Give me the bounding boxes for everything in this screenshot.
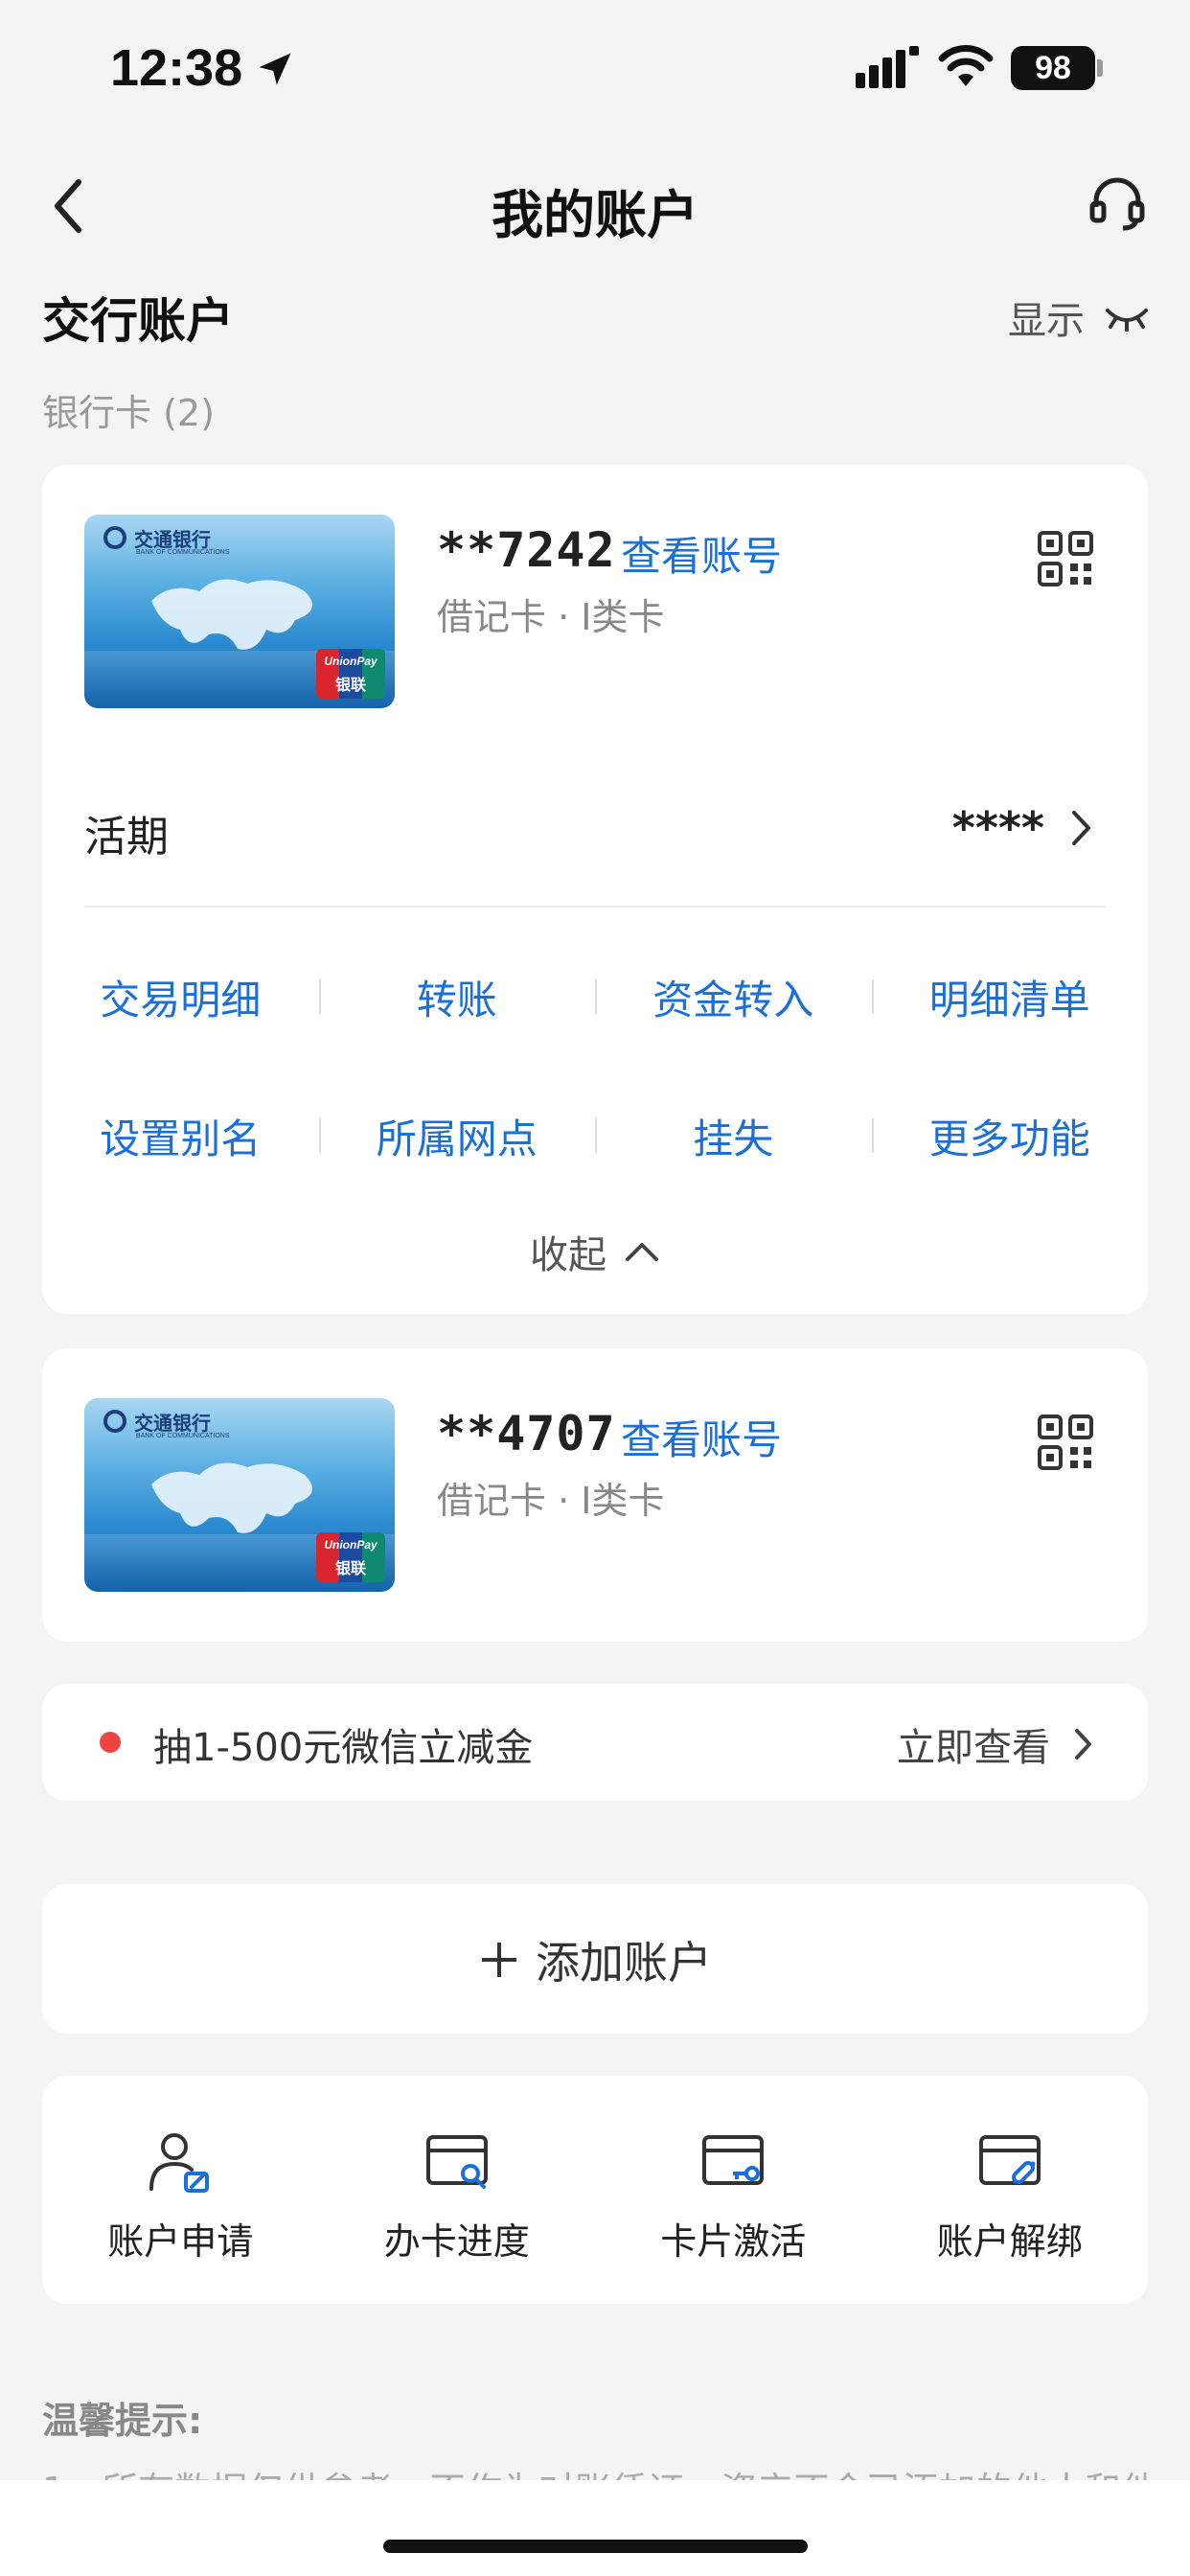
promo-text: 抽1-500元微信立减金 bbox=[153, 1726, 534, 1770]
collapse-button[interactable]: 收起 bbox=[42, 1224, 1148, 1279]
unionpay-logo: UnionPay 银联 bbox=[316, 1532, 385, 1582]
action-branch[interactable]: 所属网点 bbox=[318, 1107, 596, 1165]
show-balance-toggle[interactable]: 显示 bbox=[1008, 289, 1148, 345]
quick-action-account-apply[interactable]: 账户申请 bbox=[42, 2129, 319, 2265]
qr-code-icon[interactable] bbox=[1037, 1414, 1094, 1471]
action-transaction-details[interactable]: 交易明细 bbox=[42, 968, 319, 1026]
view-account-number-link[interactable]: 查看账号 bbox=[621, 1408, 782, 1466]
card-bank-en: BANK OF COMMUNICATIONS bbox=[136, 549, 230, 556]
promo-dot bbox=[100, 1732, 121, 1753]
location-arrow-icon bbox=[259, 53, 291, 85]
bank-card-image: 交通银行 BANK OF COMMUNICATIONS UnionPay 银联 bbox=[84, 515, 395, 708]
chevron-right-icon bbox=[1075, 1729, 1091, 1760]
unionpay-logo-cn: 银联 bbox=[334, 1559, 366, 1577]
user-edit-icon bbox=[149, 2133, 210, 2193]
quick-action-label: 卡片激活 bbox=[660, 2220, 807, 2263]
bank-card-count: 银行卡 (2) bbox=[42, 392, 215, 434]
battery-tip bbox=[1097, 59, 1103, 77]
tips-line-1: 1、所有数据仅供参考，不作为对账凭证。资产不含已添加的他人和他行账 bbox=[42, 2461, 1148, 2482]
battery-indicator: 98 bbox=[1011, 46, 1095, 90]
divider bbox=[84, 906, 1106, 908]
action-statement[interactable]: 明细清单 bbox=[871, 968, 1149, 1026]
unionpay-logo-text: UnionPay bbox=[324, 1538, 378, 1552]
status-bar: 12:38 98 bbox=[0, 0, 1190, 144]
quick-action-label: 账户解绑 bbox=[936, 2220, 1083, 2263]
quick-action-label: 账户申请 bbox=[107, 2220, 254, 2263]
unionpay-logo-text: UnionPay bbox=[324, 655, 378, 668]
action-set-alias[interactable]: 设置别名 bbox=[42, 1107, 319, 1165]
section-title: 交行账户 bbox=[42, 293, 234, 349]
add-account-button[interactable]: 添加账户 bbox=[42, 1928, 1148, 1991]
card-key-icon bbox=[702, 2135, 765, 2185]
view-account-number-link[interactable]: 查看账号 bbox=[621, 524, 782, 583]
quick-actions-panel: 账户申请 办卡进度 卡片激活 账户解绑 bbox=[42, 2076, 1148, 2304]
show-label: 显示 bbox=[1008, 299, 1085, 343]
promo-view-now[interactable]: 立即查看 bbox=[897, 1716, 1094, 1772]
collapse-label: 收起 bbox=[530, 1233, 606, 1277]
bank-logo-icon bbox=[103, 1410, 126, 1433]
nav-bar: 我的账户 bbox=[0, 144, 1190, 268]
card-unlink-icon bbox=[978, 2135, 1041, 2185]
action-fund-in[interactable]: 资金转入 bbox=[595, 968, 872, 1026]
unionpay-logo: UnionPay 银联 bbox=[316, 649, 385, 699]
bank-logo-icon bbox=[103, 526, 126, 549]
card-bank-name: 交通银行 bbox=[134, 528, 211, 551]
back-chevron-icon[interactable] bbox=[42, 172, 100, 240]
card-bank-name: 交通银行 bbox=[134, 1412, 211, 1435]
promo-banner[interactable]: 抽1-500元微信立减金 立即查看 bbox=[42, 1684, 1148, 1801]
card-panel-1: 交通银行 BANK OF COMMUNICATIONS UnionPay 银联 … bbox=[42, 465, 1148, 1314]
cellular-signal-icon bbox=[856, 46, 919, 88]
action-report-loss[interactable]: 挂失 bbox=[595, 1107, 872, 1165]
eye-closed-icon bbox=[1106, 309, 1148, 332]
card-bank-en: BANK OF COMMUNICATIONS bbox=[136, 1433, 230, 1439]
quick-action-card-progress[interactable]: 办卡进度 bbox=[319, 2129, 596, 2265]
quick-action-label: 办卡进度 bbox=[383, 2220, 530, 2263]
qr-code-icon[interactable] bbox=[1037, 530, 1094, 587]
bank-card-image: 交通银行 BANK OF COMMUNICATIONS UnionPay 银联 bbox=[84, 1398, 395, 1592]
quick-action-card-activate[interactable]: 卡片激活 bbox=[595, 2129, 872, 2265]
chevron-up-icon bbox=[626, 1243, 658, 1261]
home-indicator-area bbox=[0, 2480, 1190, 2576]
status-time: 12:38 bbox=[110, 39, 243, 97]
customer-service-headset-icon[interactable] bbox=[1088, 172, 1146, 234]
card-actions-row-2: 设置别名 所属网点 挂失 更多功能 bbox=[42, 1107, 1148, 1165]
add-account-panel[interactable]: 添加账户 bbox=[42, 1884, 1148, 2034]
card-panel-2[interactable]: 交通银行 BANK OF COMMUNICATIONS UnionPay 银联 … bbox=[42, 1348, 1148, 1642]
balance-value: **** bbox=[951, 802, 1044, 854]
home-indicator[interactable] bbox=[383, 2540, 808, 2553]
action-transfer[interactable]: 转账 bbox=[318, 968, 596, 1026]
wifi-icon bbox=[938, 45, 994, 86]
page-title: 我的账户 bbox=[492, 185, 698, 245]
card-actions-row-1: 交易明细 转账 资金转入 明细清单 bbox=[42, 968, 1148, 1026]
promo-action-label: 立即查看 bbox=[897, 1726, 1050, 1770]
quick-action-account-unbind[interactable]: 账户解绑 bbox=[872, 2129, 1149, 2265]
chevron-right-icon bbox=[1072, 811, 1090, 845]
unionpay-logo-cn: 银联 bbox=[334, 676, 366, 694]
card-number: **7242 bbox=[437, 522, 616, 578]
add-account-label: 添加账户 bbox=[536, 1937, 712, 1989]
balance-row[interactable]: **** bbox=[952, 802, 1094, 854]
card-type: 借记卡 · I类卡 bbox=[437, 1480, 665, 1522]
card-type: 借记卡 · I类卡 bbox=[437, 596, 665, 638]
card-search-icon bbox=[425, 2135, 488, 2189]
tips-title: 温馨提示: bbox=[42, 2400, 203, 2442]
action-more[interactable]: 更多功能 bbox=[871, 1107, 1149, 1165]
balance-label: 活期 bbox=[84, 813, 169, 862]
plus-icon bbox=[482, 1943, 516, 1977]
card-number: **4707 bbox=[437, 1406, 616, 1461]
